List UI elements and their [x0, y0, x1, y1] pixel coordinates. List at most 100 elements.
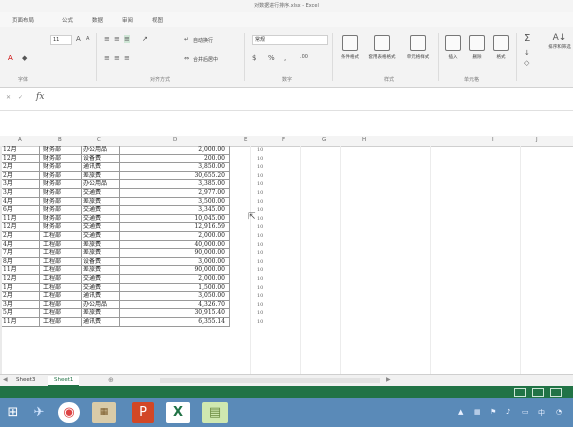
cell-item[interactable]: 交通费	[82, 283, 120, 293]
cell-f[interactable]: 10	[257, 258, 273, 267]
cell-month[interactable]: 3月	[2, 189, 40, 198]
volume-icon[interactable]: ♪	[506, 408, 510, 416]
decrease-font-icon[interactable]: A	[86, 36, 89, 42]
cell-item[interactable]: 交通费	[82, 275, 120, 284]
powerpoint-icon[interactable]: P	[132, 402, 154, 423]
cell-item[interactable]: 交通费	[82, 189, 120, 198]
delete-button[interactable]: 删除	[466, 33, 488, 73]
column-header-h[interactable]: H	[362, 137, 366, 143]
cell-amount[interactable]: 10,045.00	[120, 214, 230, 224]
merge-center-button[interactable]: 合并后居中	[193, 56, 218, 63]
cell-month[interactable]: 11月	[2, 318, 40, 327]
clear-icon[interactable]: ◇	[524, 59, 529, 67]
column-header-b[interactable]: B	[58, 137, 62, 143]
cell-f[interactable]: 10	[257, 266, 273, 275]
cell-f[interactable]: 10	[257, 318, 273, 327]
cell-f[interactable]: 10	[257, 189, 273, 198]
network-icon[interactable]: ▦	[474, 408, 481, 416]
cell-item[interactable]: 通讯费	[82, 163, 120, 172]
cell-amount[interactable]: 200.00	[120, 154, 230, 164]
insert-button[interactable]: 插入	[442, 33, 464, 73]
cell-amount[interactable]: 2,000.00	[120, 275, 230, 284]
cell-item[interactable]: 交通费	[82, 232, 120, 241]
cell-item[interactable]: 差旅费	[82, 309, 120, 318]
cell-department[interactable]: 工程部	[40, 318, 82, 327]
cell-month[interactable]: 5月	[2, 309, 40, 318]
align-top-icon[interactable]: ≡	[104, 35, 110, 43]
align-center-icon[interactable]: ≡	[114, 54, 120, 62]
column-header-d[interactable]: D	[173, 137, 177, 143]
cell-month[interactable]: 12月	[2, 223, 40, 232]
formula-input[interactable]	[54, 93, 564, 104]
cell-f[interactable]: 10	[257, 146, 273, 155]
cell-f[interactable]: 10	[257, 198, 273, 207]
cell-department[interactable]: 财务部	[40, 223, 82, 232]
cell-amount[interactable]: 3,000.00	[120, 257, 230, 267]
column-header-j[interactable]: J	[536, 137, 538, 143]
cell-month[interactable]: 8月	[2, 257, 40, 267]
cell-department[interactable]: 财务部	[40, 180, 82, 189]
scroll-right-icon[interactable]: ▶	[386, 376, 391, 383]
cell-amount[interactable]: 40,000.00	[120, 240, 230, 250]
cell-month[interactable]: 3月	[2, 300, 40, 310]
cell-month[interactable]: 2月	[2, 292, 40, 301]
cell-month[interactable]: 4月	[2, 240, 40, 250]
cell-f[interactable]: 10	[257, 292, 273, 301]
cell-amount[interactable]: 3,050.00	[120, 292, 230, 301]
cell-amount[interactable]: 4,326.70	[120, 300, 230, 310]
cell-department[interactable]: 财务部	[40, 189, 82, 198]
cell-amount[interactable]: 90,000.00	[120, 249, 230, 258]
autosum-icon[interactable]: Σ	[524, 33, 530, 44]
cell-amount[interactable]: 6,355.14	[120, 318, 230, 327]
cell-f[interactable]: 10	[257, 232, 273, 241]
cell-f[interactable]: 10	[257, 172, 273, 181]
cell-f[interactable]: 10	[257, 275, 273, 284]
browser-icon[interactable]: ✈	[28, 402, 50, 423]
photo-viewer-icon[interactable]: ▦	[92, 402, 116, 423]
wrap-text-button[interactable]: 自动换行	[193, 37, 213, 44]
fill-color-icon[interactable]: ◆	[22, 54, 27, 62]
cell-item[interactable]: 办公用品	[82, 300, 120, 310]
cell-item[interactable]: 差旅费	[82, 197, 120, 207]
cell-f[interactable]: 10	[257, 284, 273, 293]
cell-month[interactable]: 11月	[2, 214, 40, 224]
cell-month[interactable]: 2月	[2, 163, 40, 172]
cell-styles-button[interactable]: 单元格样式	[402, 33, 434, 73]
align-middle-icon[interactable]: ≡	[114, 35, 120, 43]
tab-review[interactable]: 审阅	[122, 16, 133, 24]
cell-item[interactable]: 设备费	[82, 154, 120, 164]
currency-icon[interactable]: $	[252, 54, 256, 62]
cell-item[interactable]: 差旅费	[82, 171, 120, 181]
cell-month[interactable]: 2月	[2, 171, 40, 181]
cell-department[interactable]: 财务部	[40, 146, 82, 155]
cell-f[interactable]: 10	[257, 309, 273, 318]
cell-department[interactable]: 工程部	[40, 300, 82, 310]
clock-icon[interactable]: ◔	[556, 408, 562, 416]
font-size-combo[interactable]: 11	[50, 35, 72, 45]
cell-f[interactable]: 10	[257, 180, 273, 189]
align-bottom-icon[interactable]: ≡	[124, 35, 130, 43]
page-layout-icon[interactable]	[532, 388, 544, 397]
percent-icon[interactable]: %	[268, 54, 275, 62]
cell-item[interactable]: 办公用品	[82, 180, 120, 189]
cell-month[interactable]: 7月	[2, 249, 40, 258]
cell-f[interactable]: 10	[257, 215, 273, 224]
excel-icon[interactable]: X	[166, 402, 190, 423]
cell-amount[interactable]: 2,000.00	[120, 146, 230, 155]
column-header-a[interactable]: A	[18, 137, 22, 143]
cell-item[interactable]: 交通费	[82, 206, 120, 215]
orientation-icon[interactable]: ↗	[142, 35, 148, 43]
column-header-i[interactable]: I	[492, 137, 494, 143]
ime-icon[interactable]: 中	[538, 408, 545, 418]
cancel-icon[interactable]: ✕	[6, 94, 11, 101]
cell-amount[interactable]: 1,500.00	[120, 283, 230, 293]
cell-item[interactable]: 办公用品	[82, 146, 120, 155]
wrap-text-icon[interactable]: ↵	[184, 36, 189, 43]
increase-font-icon[interactable]: A	[76, 35, 81, 43]
battery-icon[interactable]: ▭	[522, 408, 529, 416]
sort-filter-button[interactable]: A↓ 排序和筛选	[546, 33, 573, 73]
font-color-icon[interactable]: A	[8, 54, 13, 62]
cell-amount[interactable]: 12,916.59	[120, 223, 230, 232]
cell-amount[interactable]: 3,385.00	[120, 180, 230, 189]
tab-data[interactable]: 数据	[92, 16, 103, 24]
